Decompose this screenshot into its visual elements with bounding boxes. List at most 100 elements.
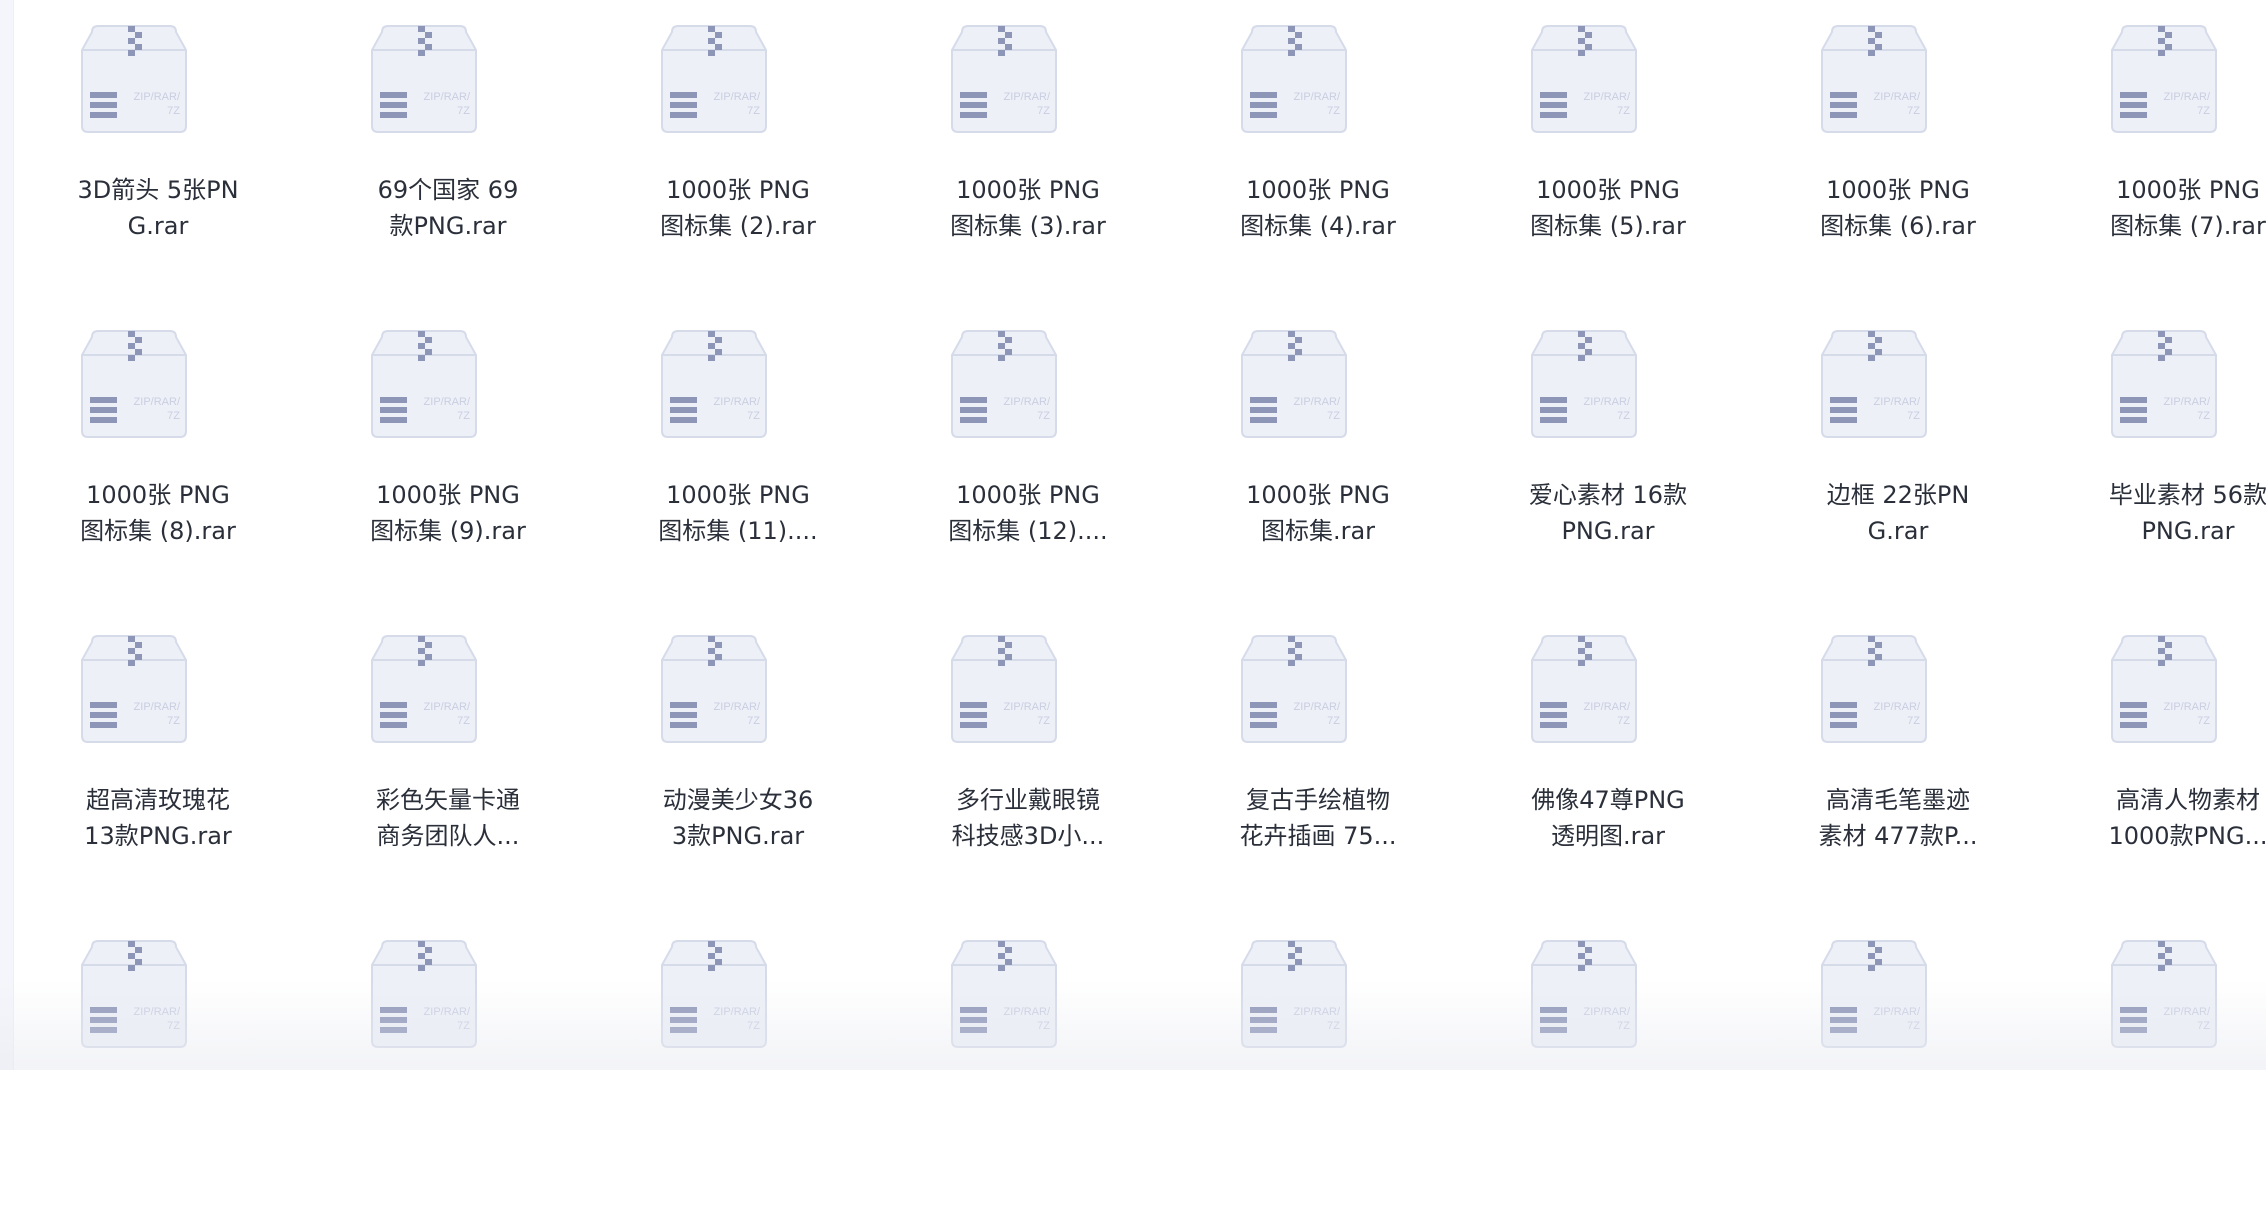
zip-archive-icon: ZIP/RAR/ 7Z: [1818, 327, 1930, 439]
file-name: 1000张 PNG 图标集 (12)....: [948, 481, 1108, 545]
svg-text:ZIP/RAR/: ZIP/RAR/: [424, 396, 471, 408]
svg-text:ZIP/RAR/: ZIP/RAR/: [1004, 701, 1051, 713]
file-name: 1000张 PNG 图标集 (4).rar: [1240, 176, 1396, 240]
zip-archive-icon: ZIP/RAR/ 7Z: [1238, 937, 1350, 1049]
zip-archive-icon: ZIP/RAR/ 7Z: [658, 327, 770, 439]
svg-text:ZIP/RAR/: ZIP/RAR/: [1584, 701, 1631, 713]
file-item[interactable]: ZIP/RAR/ 7Z: [1173, 915, 1463, 1220]
svg-text:ZIP/RAR/: ZIP/RAR/: [1004, 91, 1051, 103]
file-item[interactable]: ZIP/RAR/ 7Z 爱心素材 16款 PNG.rar: [1463, 305, 1753, 610]
svg-text:7Z: 7Z: [1617, 105, 1630, 117]
file-name: 超高清玫瑰花 13款PNG.rar: [84, 786, 232, 850]
svg-text:ZIP/RAR/: ZIP/RAR/: [1874, 1006, 1921, 1018]
file-item[interactable]: ZIP/RAR/ 7Z 动漫美少女36 3款PNG.rar: [593, 610, 883, 915]
file-item[interactable]: ZIP/RAR/ 7Z 毕业素材 56款 PNG.rar: [2043, 305, 2266, 610]
zip-archive-icon: ZIP/RAR/ 7Z: [658, 632, 770, 744]
zip-archive-icon: ZIP/RAR/ 7Z: [948, 632, 1060, 744]
svg-text:7Z: 7Z: [2197, 410, 2210, 422]
svg-text:7Z: 7Z: [1617, 1020, 1630, 1032]
file-item[interactable]: ZIP/RAR/ 7Z 1000张 PNG 图标集 (12)....: [883, 305, 1173, 610]
svg-text:7Z: 7Z: [167, 410, 180, 422]
file-item[interactable]: ZIP/RAR/ 7Z 佛像47尊PNG 透明图.rar: [1463, 610, 1753, 915]
svg-text:ZIP/RAR/: ZIP/RAR/: [2164, 396, 2211, 408]
file-item[interactable]: ZIP/RAR/ 7Z: [13, 915, 303, 1220]
svg-text:ZIP/RAR/: ZIP/RAR/: [714, 701, 761, 713]
left-panel-edge: [0, 0, 14, 1070]
svg-text:7Z: 7Z: [457, 410, 470, 422]
zip-archive-icon: ZIP/RAR/ 7Z: [948, 937, 1060, 1049]
svg-text:7Z: 7Z: [167, 715, 180, 727]
file-item[interactable]: ZIP/RAR/ 7Z 1000张 PNG 图标集 (4).rar: [1173, 0, 1463, 305]
file-item[interactable]: ZIP/RAR/ 7Z 1000张 PNG 图标集.rar: [1173, 305, 1463, 610]
file-name: 1000张 PNG 图标集 (11)....: [658, 481, 818, 545]
file-item[interactable]: ZIP/RAR/ 7Z 彩色矢量卡通 商务团队人...: [303, 610, 593, 915]
file-item[interactable]: ZIP/RAR/ 7Z 1000张 PNG 图标集 (6).rar: [1753, 0, 2043, 305]
svg-text:ZIP/RAR/: ZIP/RAR/: [714, 1006, 761, 1018]
zip-archive-icon: ZIP/RAR/ 7Z: [78, 632, 190, 744]
file-name: 3D箭头 5张PN G.rar: [77, 176, 239, 240]
file-name: 复古手绘植物 花卉插画 75...: [1239, 786, 1397, 850]
file-item[interactable]: ZIP/RAR/ 7Z: [883, 915, 1173, 1220]
svg-text:ZIP/RAR/: ZIP/RAR/: [2164, 91, 2211, 103]
svg-text:ZIP/RAR/: ZIP/RAR/: [134, 701, 181, 713]
svg-text:7Z: 7Z: [1327, 1020, 1340, 1032]
file-item[interactable]: ZIP/RAR/ 7Z: [593, 915, 883, 1220]
file-item[interactable]: ZIP/RAR/ 7Z: [303, 915, 593, 1220]
svg-text:7Z: 7Z: [1037, 715, 1050, 727]
file-item[interactable]: ZIP/RAR/ 7Z 1000张 PNG 图标集 (3).rar: [883, 0, 1173, 305]
svg-text:ZIP/RAR/: ZIP/RAR/: [1294, 701, 1341, 713]
zip-archive-icon: ZIP/RAR/ 7Z: [1528, 22, 1640, 134]
file-item[interactable]: ZIP/RAR/ 7Z 高清毛笔墨迹 素材 477款P...: [1753, 610, 2043, 915]
svg-text:7Z: 7Z: [167, 105, 180, 117]
svg-text:7Z: 7Z: [457, 1020, 470, 1032]
file-item[interactable]: ZIP/RAR/ 7Z 3D箭头 5张PN G.rar: [13, 0, 303, 305]
zip-archive-icon: ZIP/RAR/ 7Z: [1818, 937, 1930, 1049]
svg-text:ZIP/RAR/: ZIP/RAR/: [134, 1006, 181, 1018]
file-item[interactable]: ZIP/RAR/ 7Z: [2043, 915, 2266, 1220]
zip-archive-icon: ZIP/RAR/ 7Z: [368, 632, 480, 744]
zip-archive-icon: ZIP/RAR/ 7Z: [948, 327, 1060, 439]
zip-archive-icon: ZIP/RAR/ 7Z: [658, 937, 770, 1049]
zip-archive-icon: ZIP/RAR/ 7Z: [1238, 22, 1350, 134]
zip-archive-icon: ZIP/RAR/ 7Z: [1818, 22, 1930, 134]
svg-text:ZIP/RAR/: ZIP/RAR/: [424, 701, 471, 713]
svg-text:ZIP/RAR/: ZIP/RAR/: [1874, 396, 1921, 408]
file-name: 1000张 PNG 图标集 (8).rar: [80, 481, 236, 545]
file-name: 1000张 PNG 图标集 (3).rar: [950, 176, 1106, 240]
file-item[interactable]: ZIP/RAR/ 7Z 边框 22张PN G.rar: [1753, 305, 2043, 610]
svg-text:ZIP/RAR/: ZIP/RAR/: [714, 396, 761, 408]
svg-text:ZIP/RAR/: ZIP/RAR/: [1004, 1006, 1051, 1018]
file-name: 1000张 PNG 图标集 (5).rar: [1530, 176, 1686, 240]
file-item[interactable]: ZIP/RAR/ 7Z 1000张 PNG 图标集 (7).rar: [2043, 0, 2266, 305]
file-item[interactable]: ZIP/RAR/ 7Z 复古手绘植物 花卉插画 75...: [1173, 610, 1463, 915]
file-name: 69个国家 69 款PNG.rar: [377, 176, 519, 240]
zip-archive-icon: ZIP/RAR/ 7Z: [1238, 632, 1350, 744]
file-item[interactable]: ZIP/RAR/ 7Z 多行业戴眼镜 科技感3D小...: [883, 610, 1173, 915]
svg-text:7Z: 7Z: [2197, 105, 2210, 117]
file-item[interactable]: ZIP/RAR/ 7Z 1000张 PNG 图标集 (5).rar: [1463, 0, 1753, 305]
svg-text:7Z: 7Z: [1327, 105, 1340, 117]
svg-text:ZIP/RAR/: ZIP/RAR/: [134, 91, 181, 103]
svg-text:ZIP/RAR/: ZIP/RAR/: [1294, 396, 1341, 408]
zip-archive-icon: ZIP/RAR/ 7Z: [1528, 327, 1640, 439]
zip-archive-icon: ZIP/RAR/ 7Z: [2108, 937, 2220, 1049]
file-item[interactable]: ZIP/RAR/ 7Z 1000张 PNG 图标集 (8).rar: [13, 305, 303, 610]
file-name: 佛像47尊PNG 透明图.rar: [1531, 786, 1685, 850]
file-item[interactable]: ZIP/RAR/ 7Z 超高清玫瑰花 13款PNG.rar: [13, 610, 303, 915]
file-name: 毕业素材 56款 PNG.rar: [2108, 481, 2266, 545]
file-item[interactable]: ZIP/RAR/ 7Z 1000张 PNG 图标集 (9).rar: [303, 305, 593, 610]
file-item[interactable]: ZIP/RAR/ 7Z: [1753, 915, 2043, 1220]
file-item[interactable]: ZIP/RAR/ 7Z 69个国家 69 款PNG.rar: [303, 0, 593, 305]
file-item[interactable]: ZIP/RAR/ 7Z 1000张 PNG 图标集 (2).rar: [593, 0, 883, 305]
svg-text:7Z: 7Z: [1907, 1020, 1920, 1032]
file-item[interactable]: ZIP/RAR/ 7Z 1000张 PNG 图标集 (11)....: [593, 305, 883, 610]
svg-text:ZIP/RAR/: ZIP/RAR/: [2164, 1006, 2211, 1018]
svg-text:7Z: 7Z: [747, 410, 760, 422]
file-name: 1000张 PNG 图标集 (7).rar: [2110, 176, 2266, 240]
svg-text:ZIP/RAR/: ZIP/RAR/: [424, 1006, 471, 1018]
file-name: 多行业戴眼镜 科技感3D小...: [951, 786, 1105, 850]
svg-text:7Z: 7Z: [1037, 1020, 1050, 1032]
zip-archive-icon: ZIP/RAR/ 7Z: [78, 327, 190, 439]
file-item[interactable]: ZIP/RAR/ 7Z 高清人物素材 1000款PNG...: [2043, 610, 2266, 915]
file-item[interactable]: ZIP/RAR/ 7Z: [1463, 915, 1753, 1220]
